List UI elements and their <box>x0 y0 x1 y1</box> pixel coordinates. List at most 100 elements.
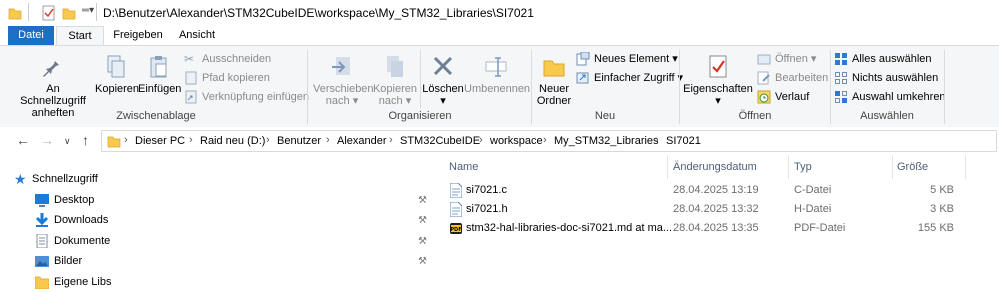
edit-label: Bearbeiten <box>775 72 829 84</box>
copy-path-icon <box>185 71 197 85</box>
history-button[interactable]: Verlauf <box>757 88 809 106</box>
navigation-pane: ★ Schnellzugriff Desktop Downloads Dokum… <box>0 155 440 292</box>
column-divider[interactable] <box>788 155 789 179</box>
breadcrumb-item[interactable]: SI7021 <box>666 135 701 147</box>
paste-shortcut-label: Verknüpfung einfügen <box>202 91 310 103</box>
cut-button[interactable]: ✂ Ausschneiden <box>184 50 271 68</box>
file-name[interactable]: si7021.h <box>466 203 508 215</box>
breadcrumb-chevron-icon[interactable]: › <box>655 134 659 146</box>
forward-arrow-icon[interactable]: → <box>40 132 54 148</box>
new-item-button[interactable]: Neues Element ▾ <box>576 50 678 68</box>
breadcrumb-chevron-icon[interactable]: › <box>389 134 393 146</box>
breadcrumb-item[interactable]: Dieser PC <box>135 135 185 147</box>
ribbon-separator <box>420 50 421 108</box>
new-folder-quick-icon[interactable] <box>62 5 76 21</box>
breadcrumb-chevron-icon[interactable]: › <box>124 134 128 146</box>
move-to-icon <box>332 57 350 75</box>
pin-icon[interactable]: ⚒ <box>418 256 427 267</box>
breadcrumb-chevron-icon[interactable]: › <box>189 134 193 146</box>
file-name[interactable]: stm32-hal-libraries-doc-si7021.md at ma.… <box>466 222 672 234</box>
copy-path-label: Pfad kopieren <box>202 72 270 84</box>
delete-dropdown-icon[interactable]: ▾ <box>422 95 464 107</box>
download-arrow-icon <box>35 213 49 227</box>
file-size: 3 KB <box>930 203 954 215</box>
file-type: PDF-Datei <box>794 222 846 234</box>
pin-icon[interactable]: ⚒ <box>418 215 427 226</box>
tab-datei[interactable]: Datei <box>8 26 54 46</box>
file-row[interactable]: si7021.c 28.04.2025 13:19 C-Datei 5 KB <box>446 181 966 200</box>
new-item-label: Neues Element ▾ <box>594 53 678 65</box>
new-folder-label-2: Ordner <box>536 95 572 107</box>
column-header-size[interactable]: Größe <box>897 161 928 173</box>
properties-button[interactable]: Eigenschaften ▾ <box>682 54 754 107</box>
edit-button[interactable]: Bearbeiten <box>757 69 828 87</box>
breadcrumb-chevron-icon[interactable]: › <box>543 134 547 146</box>
paste-button[interactable]: Einfügen <box>138 54 182 95</box>
pin-icon[interactable]: ⚒ <box>418 236 427 247</box>
select-all-button[interactable]: Alles auswählen <box>834 50 932 68</box>
edit-icon <box>757 71 770 85</box>
open-icon <box>757 54 771 65</box>
paste-label: Einfügen <box>138 83 182 95</box>
breadcrumb-item[interactable]: Raid neu (D:) <box>200 135 265 147</box>
copy-path-button[interactable]: Pfad kopieren <box>184 69 270 87</box>
group-label-organize: Organisieren <box>388 110 452 122</box>
group-label-new: Neu <box>594 110 616 122</box>
breadcrumb-item[interactable]: Benutzer <box>277 135 321 147</box>
select-all-icon <box>835 53 847 65</box>
select-none-icon <box>835 72 847 84</box>
rename-button[interactable]: Umbenennen <box>464 54 531 95</box>
delete-button[interactable]: Löschen ▾ <box>422 54 464 107</box>
open-button[interactable]: Öffnen ▾ <box>757 50 816 68</box>
file-row[interactable]: si7021.h 28.04.2025 13:32 H-Datei 3 KB <box>446 200 966 219</box>
breadcrumb-chevron-icon[interactable]: › <box>479 134 483 146</box>
file-date: 28.04.2025 13:19 <box>673 184 759 196</box>
select-none-label: Nichts auswählen <box>852 72 939 84</box>
rename-label: Umbenennen <box>464 83 531 95</box>
column-divider[interactable] <box>965 155 966 179</box>
up-arrow-icon[interactable]: ↑ <box>82 132 89 148</box>
tab-ansicht[interactable]: Ansicht <box>172 26 222 46</box>
column-header-name[interactable]: Name <box>449 161 478 173</box>
tab-freigeben[interactable]: Freigeben <box>108 26 168 46</box>
properties-quick-icon[interactable] <box>42 5 56 21</box>
pin-icon[interactable]: ⚒ <box>418 195 427 206</box>
desktop-icon <box>35 194 49 207</box>
properties-label: Eigenschaften <box>683 83 753 95</box>
new-folder-button[interactable]: Neuer Ordner <box>534 54 574 107</box>
breadcrumb-item[interactable]: STM32CubeIDE <box>400 135 480 147</box>
ribbon-separator <box>307 50 308 124</box>
back-arrow-icon[interactable]: ← <box>16 132 30 148</box>
file-name[interactable]: si7021.c <box>466 184 507 196</box>
move-to-button[interactable]: Verschieben nach ▾ <box>313 54 374 107</box>
column-divider[interactable] <box>667 155 668 179</box>
breadcrumb-chevron-icon[interactable]: › <box>326 134 330 146</box>
column-header-date[interactable]: Änderungsdatum <box>673 161 757 173</box>
copy-to-button[interactable]: Kopieren nach ▾ <box>372 54 418 107</box>
history-label: Verlauf <box>775 91 810 103</box>
star-icon: ★ <box>14 171 27 187</box>
breadcrumb-item[interactable]: My_STM32_Libraries <box>554 135 659 147</box>
breadcrumb-item[interactable]: workspace <box>490 135 543 147</box>
column-divider[interactable] <box>892 155 893 179</box>
nav-item-label: Dokumente <box>54 235 111 247</box>
breadcrumb-chevron-icon[interactable]: › <box>266 134 270 146</box>
pdf-file-icon: PDF <box>450 223 462 234</box>
properties-dropdown-icon[interactable]: ▾ <box>682 95 754 107</box>
invert-selection-icon <box>835 91 847 103</box>
folder-icon <box>35 276 49 289</box>
column-header-type[interactable]: Typ <box>794 161 812 173</box>
easy-access-button[interactable]: Einfacher Zugriff ▾ <box>576 69 683 87</box>
copy-button[interactable]: Kopieren <box>95 54 139 95</box>
recent-locations-chevron-icon[interactable]: ∨ <box>64 136 71 147</box>
select-none-button[interactable]: Nichts auswählen <box>834 69 938 87</box>
invert-selection-button[interactable]: Auswahl umkehren <box>834 88 946 106</box>
customize-quick-access-icon[interactable]: ═▾ <box>82 5 94 16</box>
tab-start[interactable]: Start <box>56 26 104 46</box>
paste-shortcut-button[interactable]: Verknüpfung einfügen <box>184 88 309 106</box>
file-date: 28.04.2025 13:32 <box>673 203 759 215</box>
breadcrumb-item[interactable]: Alexander <box>337 135 387 147</box>
group-label-clipboard: Zwischenablage <box>116 110 196 122</box>
file-row[interactable]: PDF stm32-hal-libraries-doc-si7021.md at… <box>446 219 966 238</box>
address-bar[interactable]: › Dieser PC › Raid neu (D:) › Benutzer ›… <box>101 130 997 152</box>
